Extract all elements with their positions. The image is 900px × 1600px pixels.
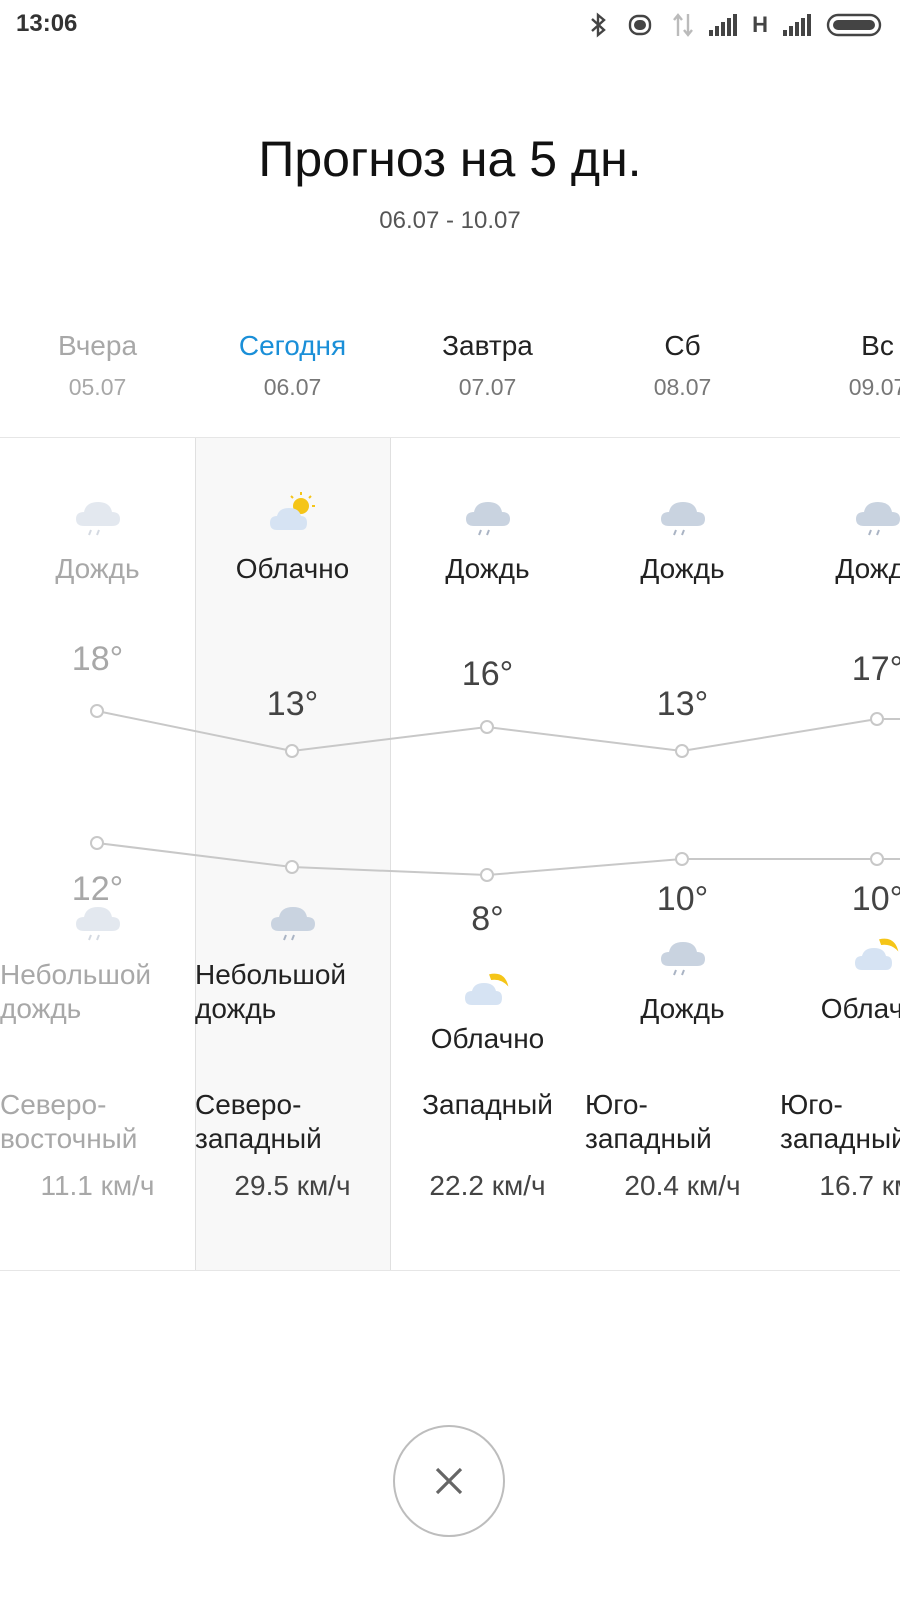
partly-cloudy-moon-icon [462,965,514,1013]
high-temperature: 13° [266,685,319,723]
day-date: 09.07 [848,374,900,400]
wind-speed: 29.5 км/ч [234,1170,351,1201]
status-bar: 13:06 H [0,0,900,50]
night-condition: Небольшой дождь [195,959,347,1024]
signal-icon [709,14,738,36]
rain-cloud-icon [852,490,900,538]
light-rain-icon [72,895,124,943]
day-date: 07.07 [458,374,517,400]
low-temperature: 10° [851,880,900,918]
day-column-05.07[interactable]: Вчера 05.07 Дождь 18° 12° Небольшой дождь Севе… [0,310,195,1270]
wind-speed: 16.7 км/ч [819,1170,900,1201]
close-icon [435,1467,463,1495]
date-range: 06.07 - 10.07 [379,207,521,234]
vibrate-icon [628,14,652,36]
day-date: 05.07 [68,374,127,400]
day-column-06.07[interactable]: Сегодня 06.07 Облачно 13° Небольшой дождь Сев… [195,310,390,1270]
wind-direction: Юго- западный [780,1089,900,1154]
light-rain-icon [267,895,319,943]
day-name: Вчера [57,330,138,361]
wind-speed: 20.4 км/ч [624,1170,741,1201]
partly-cloudy-sun-icon [267,490,319,538]
day-name: Вс [861,330,894,361]
day-condition: Облачно [235,553,350,584]
high-temperature: 16° [461,655,514,693]
night-condition: Небольшой дождь [0,959,152,1024]
wind-speed: 11.1 км/ч [40,1170,155,1201]
wind-direction: Северо- западный [195,1089,322,1154]
day-condition: Дождь [55,553,140,584]
high-temperature: 17° [851,650,900,688]
day-column-09.07[interactable]: Вс 09.07 Дождь 17° 10° Облачно Юго- западный 16… [780,310,900,1270]
rain-cloud-icon [72,490,124,538]
network-type: H [752,12,768,37]
low-temperature: 10° [656,880,709,918]
rain-cloud-icon [462,490,514,538]
wind-speed: 22.2 км/ч [429,1170,546,1201]
high-temperature: 13° [656,685,709,723]
day-condition: Дождь [835,553,900,584]
partly-cloudy-moon-icon [852,930,900,978]
low-temperature: 8° [471,900,504,938]
signal-icon-2 [783,14,811,36]
day-column-07.07[interactable]: Завтра 07.07 Дождь 16° 8° Облачно Западный 22.2… [390,310,585,1270]
day-column-08.07[interactable]: Сб 08.07 Дождь 13° 10° Дождь Юго- западный 20.4… [585,310,780,1270]
page-title: Прогноз на 5 дн. [258,131,642,187]
high-temperature: 18° [71,640,124,678]
day-date: 06.07 [263,374,322,400]
status-icons: H [588,10,886,40]
bluetooth-icon [591,12,606,38]
divider [0,1270,900,1271]
close-button[interactable] [393,1425,505,1537]
wind-direction: Юго- западный [585,1089,712,1154]
rain-cloud-icon [657,930,709,978]
day-condition: Дождь [445,553,530,584]
night-condition: Дождь [640,993,725,1024]
forecast-panel[interactable]: Вчера 05.07 Дождь 18° 12° Небольшой дождь Севе… [0,310,900,1280]
day-condition: Дождь [640,553,725,584]
status-time: 13:06 [16,10,78,37]
data-transfer-icon [673,13,694,37]
day-date: 08.07 [653,374,712,400]
wind-direction: Западный [422,1089,553,1120]
rain-cloud-icon [657,490,709,538]
night-condition: Облачно [820,993,900,1024]
day-name: Сб [664,330,701,361]
day-name: Сегодня [238,330,347,361]
night-condition: Облачно [430,1023,545,1054]
battery-icon [826,13,882,37]
wind-direction: Северо- восточный [0,1089,138,1154]
day-name: Завтра [442,330,533,361]
